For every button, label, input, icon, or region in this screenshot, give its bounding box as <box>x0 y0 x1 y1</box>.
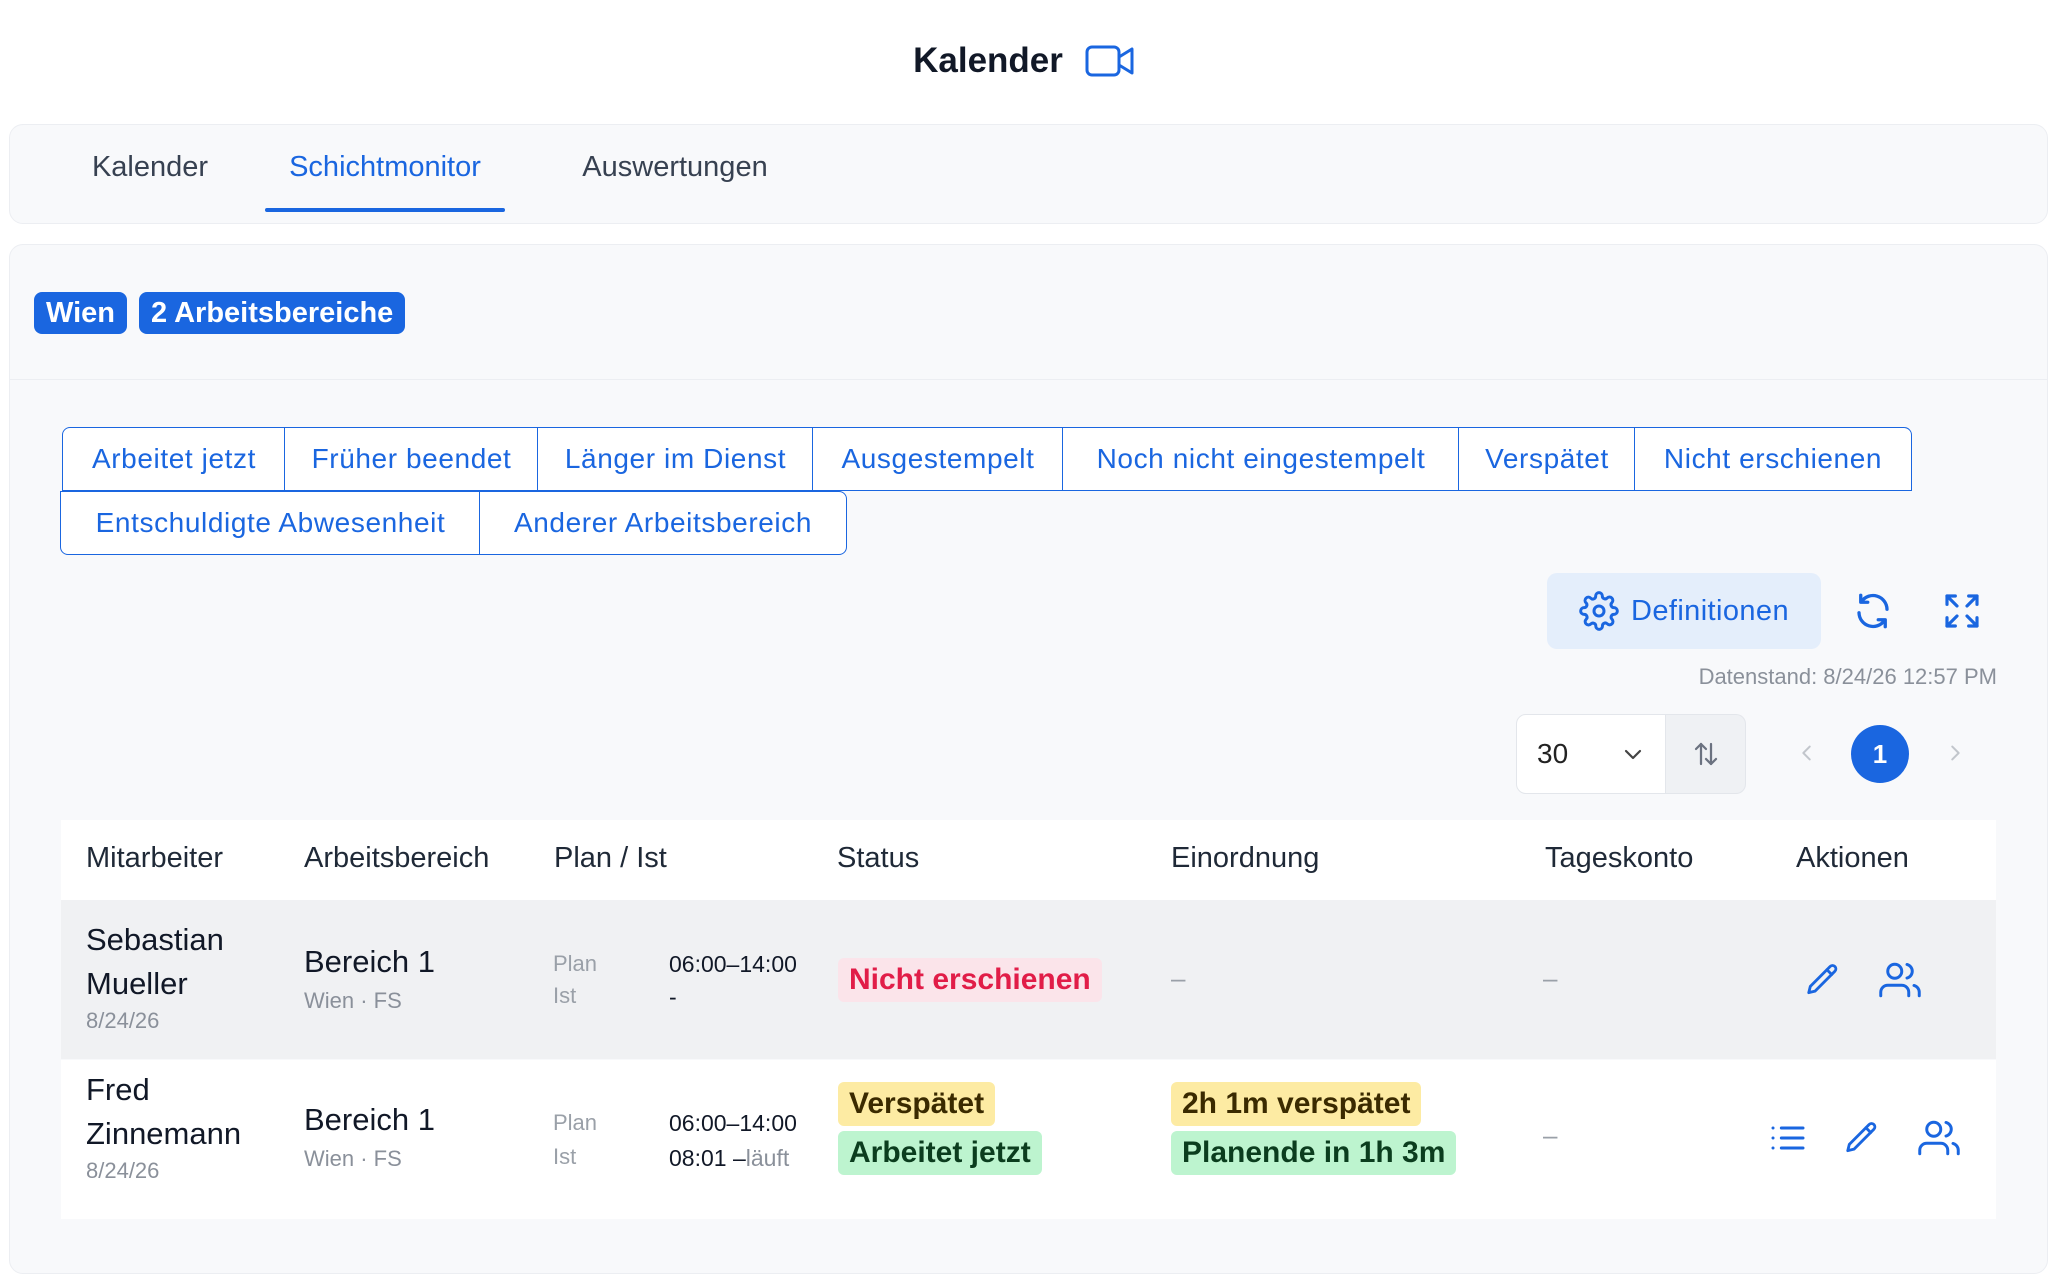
fullscreen-button[interactable] <box>1937 586 1987 636</box>
work-area-cell: Bereich 1 Wien · FS <box>304 944 435 1014</box>
chevron-right-icon <box>1944 742 1966 764</box>
filter-anderer-arbeitsbereich[interactable]: Anderer Arbeitsbereich <box>479 491 847 555</box>
edit-button[interactable] <box>1840 1116 1884 1160</box>
employee-name: Zinnemann <box>86 1116 242 1151</box>
tageskonto-value: – <box>1543 963 1558 993</box>
plan-label: Plan <box>553 1110 598 1135</box>
details-button[interactable] <box>1766 1116 1810 1160</box>
filter-entschuldigte-abwesenheit[interactable]: Entschuldigte Abwesenheit <box>60 491 481 555</box>
expand-icon <box>1942 591 1982 631</box>
chevron-left-icon <box>1796 742 1818 764</box>
einordnung-badge-plan-end: Planende in 1h 3m <box>1171 1131 1457 1175</box>
ist-label: Ist <box>553 1144 577 1169</box>
data-timestamp: Datenstand: 8/24/26 12:57 PM <box>1698 664 1997 689</box>
next-page-button[interactable] <box>1940 738 1970 768</box>
work-area: Bereich 1 <box>304 944 435 979</box>
running-indicator: läuft <box>745 1145 790 1171</box>
pencil-icon <box>1804 961 1842 999</box>
page-title: Kalender <box>913 41 1063 80</box>
sort-button[interactable] <box>1666 714 1746 794</box>
users-icon <box>1879 959 1921 1001</box>
employee-name: Mueller <box>86 966 188 1001</box>
status-badge-late: Verspätet <box>838 1082 996 1126</box>
employee-name: Sebastian <box>86 922 224 957</box>
filter-frueher-beendet[interactable]: Früher beendet <box>284 427 539 491</box>
definitions-button[interactable]: Definitionen <box>1547 573 1821 649</box>
filter-verspaetet[interactable]: Verspätet <box>1458 427 1636 491</box>
status-badge-working: Arbeitet jetzt <box>838 1131 1042 1175</box>
refresh-button[interactable] <box>1848 586 1898 636</box>
work-area-cell: Bereich 1 Wien · FS <box>304 1102 435 1172</box>
list-icon <box>1768 1118 1808 1158</box>
employee-cell: Fred Zinnemann 8/24/26 <box>86 1068 241 1184</box>
chevron-down-icon <box>1621 742 1645 766</box>
plan-ist-labels: Plan Ist <box>553 1110 597 1170</box>
plan-ist-labels: Plan Ist <box>553 951 597 1009</box>
work-areas-chip[interactable]: 2 Arbeitsbereiche <box>139 292 406 334</box>
pencil-icon <box>1843 1119 1881 1157</box>
users-icon <box>1918 1117 1960 1159</box>
table-row[interactable]: Sebastian Mueller 8/24/26 Bereich 1 Wien… <box>61 900 1996 1059</box>
location-chips: Wien 2 Arbeitsbereiche <box>10 245 2047 380</box>
tab-label: Schichtmonitor <box>289 151 481 183</box>
tab-label: Kalender <box>91 151 209 183</box>
column-header[interactable]: Mitarbeiter <box>86 842 223 875</box>
plan-time: 06:00–14:00 <box>669 951 797 977</box>
video-camera-icon[interactable] <box>1085 44 1135 78</box>
tab-label: Auswertungen <box>582 151 768 183</box>
app-header: Kalender <box>0 0 2048 122</box>
column-header[interactable]: Tageskonto <box>1545 842 1693 875</box>
tab-kalender[interactable]: Kalender <box>75 151 225 203</box>
refresh-icon <box>1852 590 1894 632</box>
prev-page-button[interactable] <box>1792 738 1822 768</box>
employee-name: Fred <box>86 1072 150 1107</box>
page-size-select[interactable]: 30 <box>1516 714 1666 794</box>
filter-laenger-im-dienst[interactable]: Länger im Dienst <box>537 427 814 491</box>
tab-auswertungen[interactable]: Auswertungen <box>565 151 785 203</box>
filter-nicht-erschienen[interactable]: Nicht erschienen <box>1634 427 1912 491</box>
ist-time: - <box>669 984 677 1010</box>
status-badge: Nicht erschienen <box>838 958 1102 1002</box>
shift-date: 8/24/26 <box>86 1008 160 1033</box>
gear-icon <box>1579 591 1619 631</box>
filter-noch-nicht-eingestempelt[interactable]: Noch nicht eingestempelt <box>1062 427 1460 491</box>
plan-time: 06:00–14:00 <box>669 1110 797 1136</box>
location-chip[interactable]: Wien <box>34 292 128 334</box>
column-header[interactable]: Arbeitsbereich <box>304 842 489 875</box>
column-header[interactable]: Plan / Ist <box>554 842 667 875</box>
column-header[interactable]: Status <box>837 842 919 875</box>
tageskonto-value: – <box>1543 1120 1558 1150</box>
table-header: Mitarbeiter Arbeitsbereich Plan / Ist St… <box>61 820 1996 900</box>
page-size-value: 30 <box>1537 738 1569 769</box>
page-1-button[interactable]: 1 <box>1851 725 1909 783</box>
plan-ist-times: 06:00–14:00 - <box>669 951 797 1011</box>
ist-time: 08:01 – <box>669 1145 746 1171</box>
employee-cell: Sebastian Mueller 8/24/26 <box>86 918 224 1034</box>
assign-users-button[interactable] <box>1917 1116 1961 1160</box>
tab-bar: Kalender Schichtmonitor Auswertungen <box>9 124 2048 224</box>
plan-label: Plan <box>553 951 598 976</box>
assign-users-button[interactable] <box>1878 958 1922 1002</box>
tab-schichtmonitor[interactable]: Schichtmonitor <box>265 151 505 212</box>
edit-button[interactable] <box>1801 958 1845 1002</box>
filter-arbeitet-jetzt[interactable]: Arbeitet jetzt <box>62 427 286 491</box>
shift-table: Mitarbeiter Arbeitsbereich Plan / Ist St… <box>61 820 1996 1220</box>
column-header[interactable]: Einordnung <box>1171 842 1319 875</box>
column-header[interactable]: Aktionen <box>1796 842 1909 875</box>
filter-ausgestempelt[interactable]: Ausgestempelt <box>812 427 1064 491</box>
einordnung-badge-late: 2h 1m verspätet <box>1171 1082 1422 1126</box>
shift-date: 8/24/26 <box>86 1158 160 1183</box>
definitions-label: Definitionen <box>1631 594 1789 627</box>
work-area-location: Wien · FS <box>304 988 402 1013</box>
work-area-location: Wien · FS <box>304 1146 402 1171</box>
ist-label: Ist <box>553 983 577 1008</box>
sort-arrows-icon <box>1691 739 1721 769</box>
plan-ist-times: 06:00–14:00 08:01 –läuft <box>669 1110 797 1172</box>
einordnung-empty: – <box>1171 963 1186 993</box>
table-row[interactable]: Fred Zinnemann 8/24/26 Bereich 1 Wien · … <box>61 1060 1996 1219</box>
work-area: Bereich 1 <box>304 1102 435 1137</box>
